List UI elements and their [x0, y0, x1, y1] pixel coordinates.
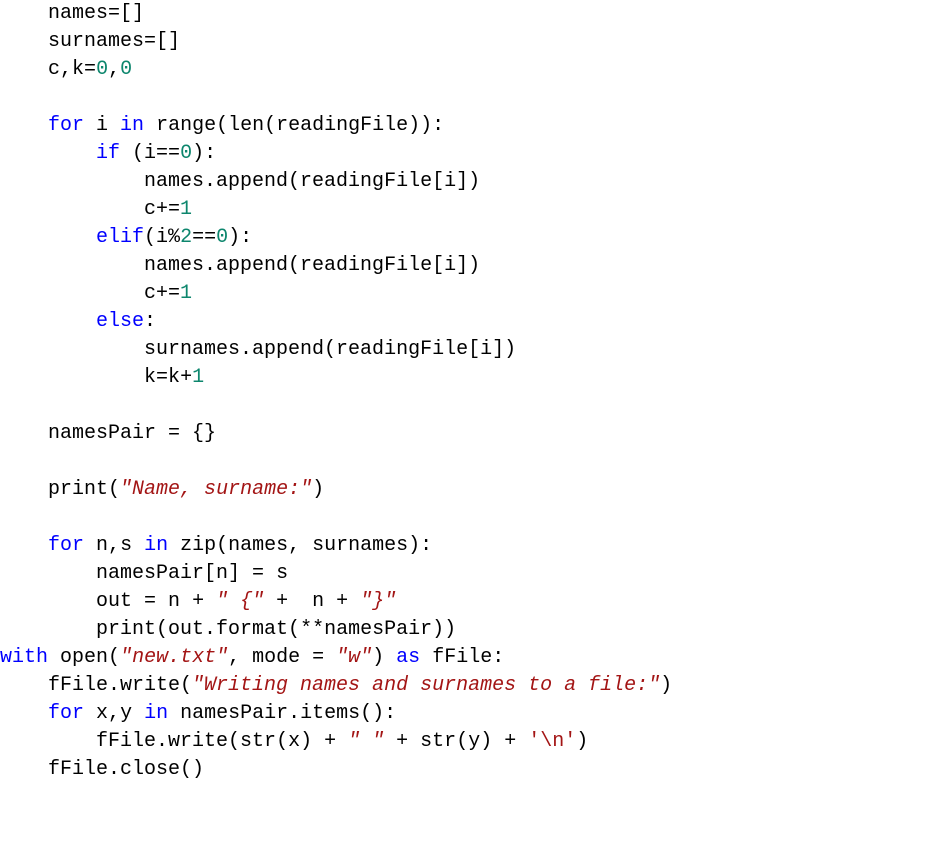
- token-num: 1: [192, 366, 204, 389]
- token-num: 1: [180, 198, 192, 221]
- token-num: 1: [180, 282, 192, 305]
- token-str: " ": [348, 730, 384, 753]
- token-func: zip: [180, 534, 216, 557]
- token-func: print: [96, 618, 156, 641]
- token-func: str: [420, 730, 456, 753]
- token-func: str: [240, 730, 276, 753]
- token-num: 0: [96, 58, 108, 81]
- token-kw: for: [48, 534, 84, 557]
- token-kw: as: [396, 646, 420, 669]
- token-kw: for: [48, 114, 84, 137]
- token-func: range: [156, 114, 216, 137]
- token-str: "}": [360, 590, 396, 613]
- token-num: 2: [180, 226, 192, 249]
- token-num: 0: [180, 142, 192, 165]
- token-kw: in: [144, 534, 168, 557]
- code-block: names=[] surnames=[] c,k=0,0 for i in ra…: [0, 0, 946, 784]
- token-str: "w": [336, 646, 372, 669]
- token-func: len: [228, 114, 264, 137]
- token-str: " {": [216, 590, 264, 613]
- token-num: 0: [216, 226, 228, 249]
- token-kw: else: [96, 310, 144, 333]
- token-kw: if: [96, 142, 120, 165]
- token-str: "Name, surname:": [120, 478, 312, 501]
- token-num: 0: [120, 58, 132, 81]
- token-kw: in: [144, 702, 168, 725]
- token-kw: elif: [96, 226, 144, 249]
- token-str: "new.txt": [120, 646, 228, 669]
- token-str: "Writing names and surnames to a file:": [192, 674, 660, 697]
- token-func: print: [48, 478, 108, 501]
- token-func: open: [60, 646, 108, 669]
- token-strn: '\n': [528, 730, 576, 753]
- token-kw: in: [120, 114, 144, 137]
- token-kw: for: [48, 702, 84, 725]
- token-kw: with: [0, 646, 48, 669]
